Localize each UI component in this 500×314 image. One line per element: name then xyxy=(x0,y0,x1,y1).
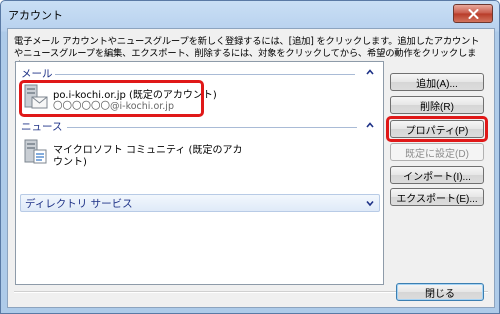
chevron-up-icon[interactable] xyxy=(365,120,375,130)
news-account-icon xyxy=(24,139,47,164)
close-icon xyxy=(468,8,478,19)
add-button[interactable]: 追加(A)... xyxy=(390,73,484,91)
group-header-directory[interactable]: ディレクトリ サービス xyxy=(20,194,380,212)
group-label-mail: メール xyxy=(21,68,53,80)
remove-button[interactable]: 削除(R) xyxy=(390,96,484,114)
group-header-news[interactable]: ニュース xyxy=(21,119,375,133)
export-button[interactable]: エクスポート(E)... xyxy=(390,188,484,206)
account-name-line2: ウント) xyxy=(53,157,87,168)
list-item-news-account[interactable]: マイクロソフト コミュニティ (既定のアカ ウント) xyxy=(22,138,362,168)
group-label-news: ニュース xyxy=(21,121,63,133)
account-list[interactable]: メール po.i-kochi.or.jp (既定のアカウント) 〇〇〇〇〇〇@i… xyxy=(15,61,384,285)
highlight-mail-account xyxy=(19,80,204,117)
dialog-body: 電子メール アカウントやニュースグループを新しく登録するには、[追加] をクリッ… xyxy=(7,28,495,308)
close-window-button[interactable] xyxy=(453,4,493,23)
group-label-directory: ディレクトリ サービス xyxy=(25,198,133,210)
title-bar[interactable]: アカウント xyxy=(1,1,499,27)
group-header-mail[interactable]: メール xyxy=(21,66,375,80)
window-title: アカウント xyxy=(8,9,63,22)
chevron-down-icon[interactable] xyxy=(365,198,375,208)
close-button[interactable]: 閉じる xyxy=(396,283,484,301)
accounts-dialog: アカウント 電子メール アカウントやニュースグループを新しく登録するには、[追加… xyxy=(0,0,500,314)
import-button[interactable]: インポート(I)... xyxy=(390,166,484,184)
chevron-up-icon[interactable] xyxy=(365,67,375,77)
set-default-button[interactable]: 既定に設定(D) xyxy=(390,143,484,161)
group-divider xyxy=(67,127,357,128)
highlight-properties xyxy=(386,116,488,142)
group-divider xyxy=(55,74,355,75)
